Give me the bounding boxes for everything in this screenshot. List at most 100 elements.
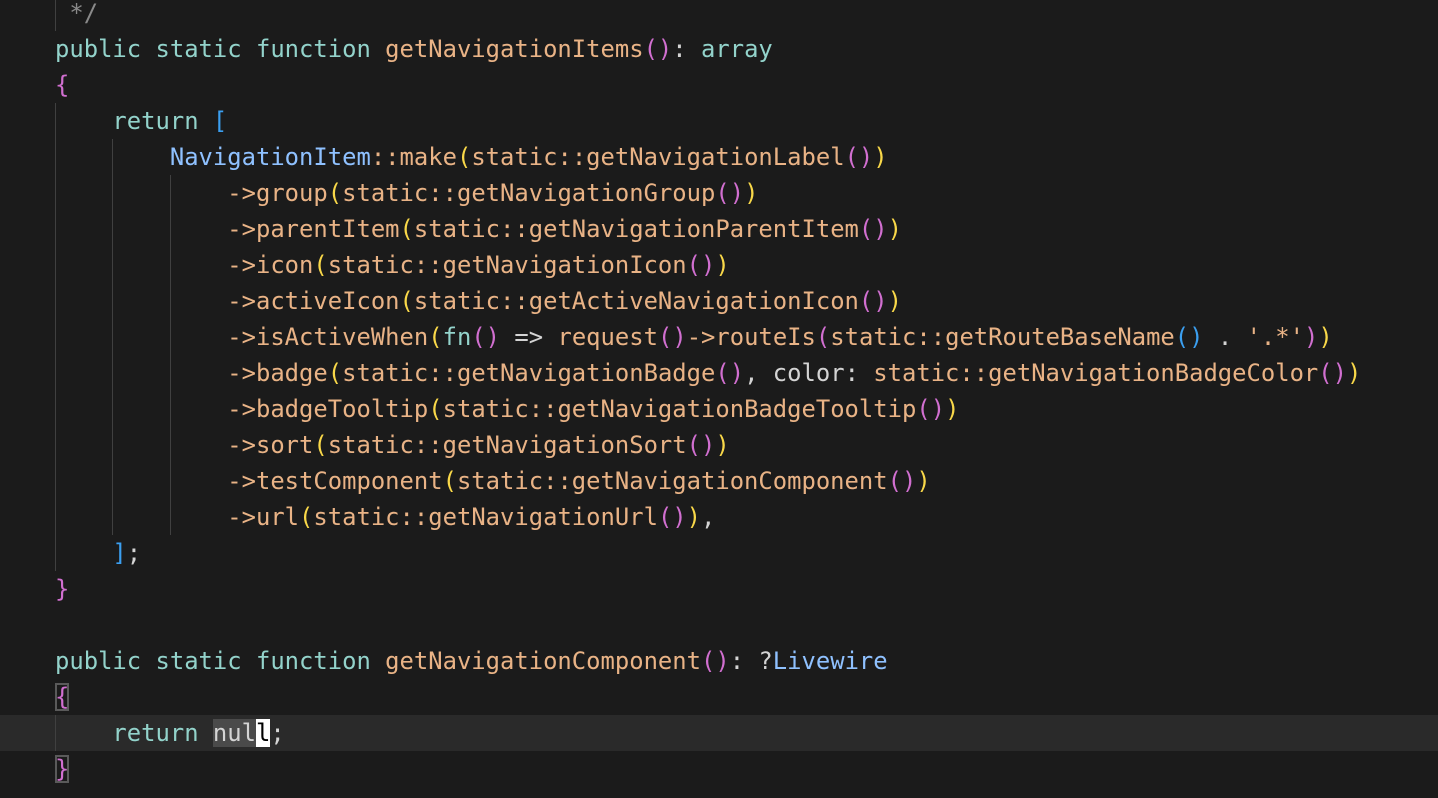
code-line[interactable]: ->sort(static::getNavigationSort()) — [0, 427, 1438, 463]
code-line[interactable]: ->badgeTooltip(static::getNavigationBadg… — [0, 391, 1438, 427]
bracket-token: } — [55, 755, 70, 783]
code-line[interactable]: return [ — [0, 103, 1438, 139]
bracket-token: ( — [428, 395, 443, 423]
function-token: ->url — [227, 503, 300, 531]
bracket-token: { — [55, 71, 70, 99]
keyword-token: public static function — [55, 647, 386, 675]
bracket-token: () — [844, 143, 874, 171]
code-line[interactable]: ->isActiveWhen(fn() => request()->routeI… — [0, 319, 1438, 355]
bracket-token: ) — [715, 251, 730, 279]
function-token: ->parentItem — [227, 215, 400, 243]
keyword-token: return — [112, 719, 213, 747]
text-token: ; — [270, 719, 285, 747]
code-line[interactable]: { — [0, 67, 1438, 103]
text-token: nul — [212, 719, 256, 747]
code-line[interactable]: } — [0, 751, 1438, 787]
bracket-token: () — [643, 35, 673, 63]
code-line[interactable] — [0, 607, 1438, 643]
function-token: ->group — [227, 179, 328, 207]
code-line[interactable]: */ — [0, 0, 1438, 31]
indent-guide — [112, 139, 114, 535]
function-token: static::getNavigationLabel — [471, 143, 845, 171]
function-token: getNavigationComponent — [385, 647, 701, 675]
text-cursor: l — [256, 719, 271, 747]
bracket-token: () — [686, 431, 716, 459]
bracket-token: ( — [399, 287, 414, 315]
bracket-token: ( — [299, 503, 314, 531]
function-token: static::getNavigationComponent — [456, 467, 888, 495]
bracket-token: () — [858, 215, 888, 243]
code-line[interactable]: ->group(static::getNavigationGroup()) — [0, 175, 1438, 211]
function-token: ->isActiveWhen — [227, 323, 429, 351]
function-token: static::getNavigationGroup — [342, 179, 716, 207]
function-token: ->icon — [227, 251, 314, 279]
function-token: static::getActiveNavigationIcon — [413, 287, 859, 315]
bracket-token: ( — [327, 359, 343, 387]
bracket-token: } — [55, 575, 70, 603]
function-token: request — [557, 323, 658, 351]
bracket-token: ) — [715, 431, 730, 459]
keyword-token: return — [112, 107, 213, 135]
bracket-token: ) — [873, 143, 888, 171]
function-token: getNavigationItems — [385, 35, 644, 63]
bracket-token: [ — [212, 107, 228, 135]
code-line[interactable]: } — [0, 571, 1438, 607]
bracket-token: ) — [686, 503, 702, 531]
bracket-token: ) — [916, 467, 931, 495]
bracket-token: ( — [327, 179, 343, 207]
code-line[interactable]: ->url(static::getNavigationUrl()), — [0, 499, 1438, 535]
indent-guide — [55, 103, 56, 571]
keyword-token: array — [701, 35, 773, 63]
bracket-token: () — [686, 251, 716, 279]
function-token: ::make — [370, 143, 457, 171]
code-line[interactable]: public static function getNavigationItem… — [0, 31, 1438, 67]
bracket-token: () — [657, 503, 687, 531]
bracket-token: () — [858, 287, 888, 315]
bracket-token: ) — [1347, 359, 1362, 387]
bracket-token: ( — [456, 143, 472, 171]
function-token: static::getNavigationParentItem — [413, 215, 859, 243]
class-token: NavigationItem — [169, 143, 371, 171]
code-line[interactable]: public static function getNavigationComp… — [0, 643, 1438, 679]
code-line[interactable]: ->icon(static::getNavigationIcon()) — [0, 247, 1438, 283]
indent-guide — [169, 175, 171, 535]
bracket-token: () — [657, 323, 687, 351]
text-token: . — [1203, 323, 1247, 351]
bracket-token: ) — [945, 395, 960, 423]
code-line[interactable]: ->parentItem(static::getNavigationParent… — [0, 211, 1438, 247]
code-line[interactable]: { — [0, 679, 1438, 715]
code-line[interactable]: ->testComponent(static::getNavigationCom… — [0, 463, 1438, 499]
code-line[interactable]: ->badge(static::getNavigationBadge(), co… — [0, 355, 1438, 391]
indent-guide — [55, 0, 56, 31]
class-token: Livewire — [772, 647, 888, 675]
code-line[interactable]: ->activeIcon(static::getActiveNavigation… — [0, 283, 1438, 319]
text-token: => — [500, 323, 558, 351]
function-token: ->badgeTooltip — [227, 395, 429, 423]
function-token: ->testComponent — [227, 467, 443, 495]
bracket-token: ) — [887, 215, 902, 243]
function-token: static::getNavigationIcon — [327, 251, 687, 279]
bracket-token: () — [1318, 359, 1348, 387]
bracket-token: ( — [399, 215, 414, 243]
code-line[interactable]: ]; — [0, 535, 1438, 571]
bracket-token: () — [1174, 323, 1204, 351]
bracket-token: ) — [1318, 323, 1333, 351]
bracket-token: ( — [428, 323, 443, 351]
bracket-token: ( — [313, 251, 328, 279]
function-token: ->activeIcon — [227, 287, 400, 315]
text-token: : — [672, 35, 702, 63]
code-line[interactable]: return null; — [0, 715, 1438, 751]
text-token: ; — [126, 539, 142, 567]
bracket-token: ) — [1304, 323, 1319, 351]
code-editor[interactable]: */ public static function getNavigationIt… — [0, 0, 1438, 787]
function-token: static::getNavigationBadgeColor — [873, 359, 1319, 387]
keyword-token: fn — [442, 323, 472, 351]
code-line[interactable]: NavigationItem::make(static::getNavigati… — [0, 139, 1438, 175]
